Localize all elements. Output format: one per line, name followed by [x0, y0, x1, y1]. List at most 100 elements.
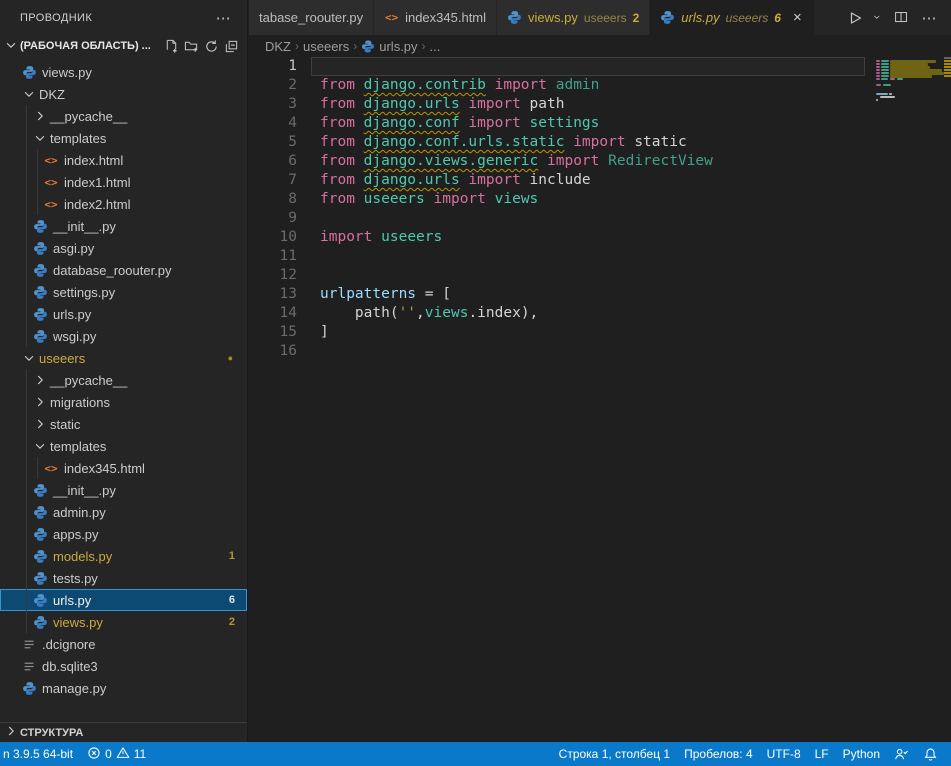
- tree-file-database_roouter.py[interactable]: database_roouter.py: [0, 259, 247, 281]
- indentation-item[interactable]: Пробелов: 4: [677, 742, 760, 766]
- code-line-9: [320, 209, 861, 228]
- code-line-16: [320, 342, 861, 361]
- encoding-item[interactable]: UTF-8: [760, 742, 808, 766]
- tree-item-label: migrations: [48, 395, 110, 410]
- run-button[interactable]: [843, 6, 867, 30]
- tree-file-views.py[interactable]: views.py2: [0, 611, 247, 633]
- breadcrumb-separator: ›: [422, 39, 426, 53]
- line-number: 5: [249, 133, 297, 152]
- tree-item-label: __pycache__: [48, 109, 127, 124]
- problems-item[interactable]: 0 11: [80, 742, 153, 766]
- tree-folder-__pycache__[interactable]: __pycache__: [0, 369, 247, 391]
- indent-guide: [26, 545, 27, 567]
- line-number: 15: [249, 323, 297, 342]
- chevron-right-icon: [4, 724, 18, 738]
- tree-file-manage.py[interactable]: manage.py: [0, 677, 247, 699]
- code-token: import: [495, 77, 547, 93]
- split-editor-button[interactable]: [889, 6, 913, 30]
- tree-folder-useeers[interactable]: useeers●: [0, 347, 247, 369]
- line-number: 6: [249, 152, 297, 171]
- tree-file-index345.html[interactable]: <>index345.html: [0, 457, 247, 479]
- outline-section-header[interactable]: СТРУКТУРА: [0, 722, 247, 742]
- tree-folder-templates[interactable]: templates: [0, 127, 247, 149]
- breadcrumb-item-DKZ[interactable]: DKZ: [265, 39, 291, 54]
- code-editor[interactable]: 12345678910111213141516 from django.cont…: [249, 57, 951, 742]
- run-icon: [847, 10, 863, 26]
- code-token: django.conf: [364, 115, 460, 131]
- tree-file-db.sqlite3[interactable]: db.sqlite3: [0, 655, 247, 677]
- overview-ruler[interactable]: [944, 57, 951, 742]
- code-token: [538, 153, 547, 169]
- close-icon[interactable]: ×: [791, 9, 804, 26]
- explorer-more-actions-icon[interactable]: ⋯: [212, 9, 235, 27]
- tree-file-tests.py[interactable]: tests.py: [0, 567, 247, 589]
- collapse-all-icon: [224, 39, 239, 54]
- tree-folder-__pycache__[interactable]: __pycache__: [0, 105, 247, 127]
- tree-folder-templates[interactable]: templates: [0, 435, 247, 457]
- chevron-down-icon: [4, 38, 18, 52]
- tree-file-index.html[interactable]: <>index.html: [0, 149, 247, 171]
- refresh-button[interactable]: [201, 36, 221, 56]
- tree-file-views.py[interactable]: views.py: [0, 61, 247, 83]
- file-tree: views.pyDKZ__pycache__templates<>index.h…: [0, 57, 247, 699]
- code-token: settings: [530, 115, 600, 131]
- collapse-all-button[interactable]: [221, 36, 241, 56]
- minimap-line: [876, 60, 880, 62]
- tab-index345.html[interactable]: <>index345.html: [374, 0, 497, 35]
- breadcrumb-label: DKZ: [265, 39, 291, 54]
- code-token: path: [530, 96, 565, 112]
- tab-tabase_roouter.py[interactable]: tabase_roouter.py: [249, 0, 374, 35]
- tree-file-asgi.py[interactable]: asgi.py: [0, 237, 247, 259]
- code-token: from: [320, 153, 355, 169]
- breadcrumb-item-useeers[interactable]: useeers: [303, 39, 349, 54]
- tree-file-models.py[interactable]: models.py1: [0, 545, 247, 567]
- notifications-bell-item[interactable]: [916, 742, 945, 766]
- workspace-section-label: (РАБОЧАЯ ОБЛАСТЬ) ...: [20, 40, 151, 52]
- tree-file-urls.py[interactable]: urls.py6: [0, 589, 247, 611]
- tree-folder-static[interactable]: static: [0, 413, 247, 435]
- feedback-item[interactable]: [887, 742, 916, 766]
- workspace-header-actions: [161, 36, 241, 56]
- tree-file-admin.py[interactable]: admin.py: [0, 501, 247, 523]
- code-token: urlpatterns: [320, 286, 416, 302]
- eol-item[interactable]: LF: [808, 742, 836, 766]
- ruler-cursor-mark: [944, 57, 951, 59]
- tab-urls.py[interactable]: urls.pyuseeers6×: [650, 0, 814, 35]
- tree-folder-migrations[interactable]: migrations: [0, 391, 247, 413]
- code-line-6: from django.views.generic import Redirec…: [320, 152, 861, 171]
- new-folder-button[interactable]: [181, 36, 201, 56]
- breadcrumb-item-urls.py[interactable]: urls.py: [361, 39, 417, 54]
- run-dropdown-button[interactable]: [871, 6, 885, 30]
- tree-file-__init__.py[interactable]: __init__.py: [0, 479, 247, 501]
- tree-item-label: views.py: [40, 65, 92, 80]
- tree-file-settings.py[interactable]: settings.py: [0, 281, 247, 303]
- python-icon: [32, 306, 48, 322]
- workspace-section-header[interactable]: (РАБОЧАЯ ОБЛАСТЬ) ...: [0, 35, 247, 57]
- new-file-button[interactable]: [161, 36, 181, 56]
- code-token: [626, 134, 635, 150]
- python-icon: [361, 39, 375, 53]
- python-interpreter-item[interactable]: n 3.9.5 64-bit: [0, 742, 80, 766]
- tree-file-apps.py[interactable]: apps.py: [0, 523, 247, 545]
- tree-file-urls.py[interactable]: urls.py: [0, 303, 247, 325]
- breadcrumb-item-...[interactable]: ...: [430, 39, 441, 54]
- minimap[interactable]: [876, 57, 942, 177]
- tree-item-label: urls.py: [51, 307, 91, 322]
- tab-views.py[interactable]: views.pyuseeers2: [497, 0, 650, 35]
- breadcrumb-separator: ›: [295, 39, 299, 53]
- more-actions-button[interactable]: ⋯: [917, 6, 941, 30]
- tree-file-wsgi.py[interactable]: wsgi.py: [0, 325, 247, 347]
- tree-file-.dcignore[interactable]: .dcignore: [0, 633, 247, 655]
- error-count: 0: [105, 747, 112, 761]
- indent-guide: [26, 391, 27, 413]
- tree-file-index1.html[interactable]: <>index1.html: [0, 171, 247, 193]
- cursor-position-item[interactable]: Строка 1, столбец 1: [552, 742, 677, 766]
- tree-folder-DKZ[interactable]: DKZ: [0, 83, 247, 105]
- indent-guide: [26, 215, 27, 237]
- tree-file-index2.html[interactable]: <>index2.html: [0, 193, 247, 215]
- tree-file-__init__.py[interactable]: __init__.py: [0, 215, 247, 237]
- indent-guide: [37, 457, 38, 479]
- language-mode-item[interactable]: Python: [836, 742, 887, 766]
- vscode-window: ПРОВОДНИК ⋯ (РАБОЧАЯ ОБЛАСТЬ) ... views.…: [0, 0, 951, 766]
- code-token: [372, 229, 381, 245]
